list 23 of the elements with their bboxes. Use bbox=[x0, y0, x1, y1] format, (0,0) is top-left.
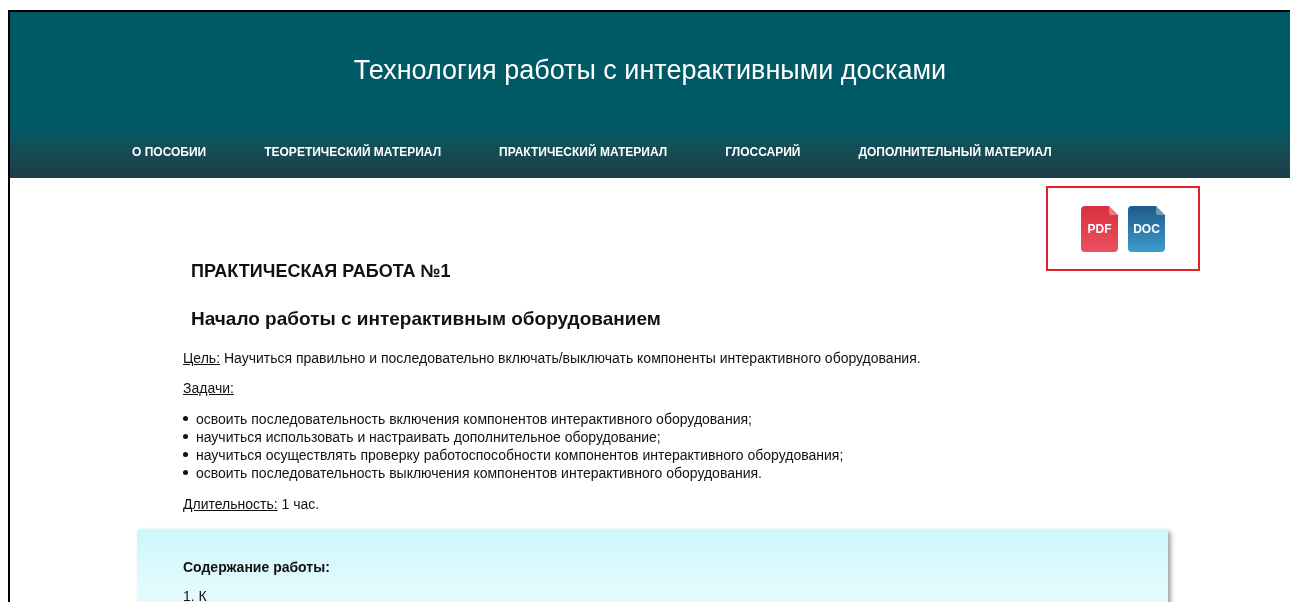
tasks-label: Задачи: bbox=[183, 378, 235, 398]
bullet-icon bbox=[183, 416, 188, 421]
download-file-button[interactable]: PDF bbox=[1081, 205, 1118, 252]
page-subheading: Начало работы с интерактивным оборудованием bbox=[191, 307, 662, 331]
task-item: освоить последовательность включения компонентов интерактивного оборудования; bbox=[183, 409, 752, 428]
nav-link[interactable]: ДОПОЛНИТЕЛЬНЫЙ МАТЕРИАЛ bbox=[858, 143, 1052, 161]
nav-link[interactable]: ТЕОРЕТИЧЕСКИЙ МАТЕРИАЛ bbox=[264, 143, 442, 161]
nav-link[interactable]: ГЛОССАРИЙ bbox=[725, 143, 801, 161]
bullet-icon bbox=[183, 470, 188, 475]
task-item: освоить последовательность выключения компонентов интерактивного оборудования. bbox=[183, 463, 762, 482]
duration-text: Длительность: 1 час. bbox=[183, 494, 321, 514]
nav-link[interactable]: О ПОСОБИИ bbox=[132, 143, 207, 161]
content-title: Содержание работы: bbox=[183, 557, 331, 577]
download-file-button[interactable]: DOC bbox=[1128, 205, 1165, 252]
content-item: 1. К bbox=[183, 587, 208, 602]
page-heading: ПРАКТИЧЕСКАЯ РАБОТА №1 bbox=[191, 260, 452, 283]
bullet-icon bbox=[183, 434, 188, 439]
nav-link[interactable]: ПРАКТИЧЕСКИЙ МАТЕРИАЛ bbox=[499, 143, 668, 161]
goal-text: Цель: Научиться правильно и последовательно включать/выключать компоненты интерактивного оборудования. bbox=[183, 348, 922, 368]
task-item: научиться осуществлять проверку работоспособности компонентов интерактивного оборудования; bbox=[183, 445, 844, 464]
task-item: научиться использовать и настраивать дополнительное оборудование; bbox=[183, 427, 661, 446]
site-title: Технология работы с интерактивными досками bbox=[353, 53, 947, 87]
bullet-icon bbox=[183, 452, 188, 457]
